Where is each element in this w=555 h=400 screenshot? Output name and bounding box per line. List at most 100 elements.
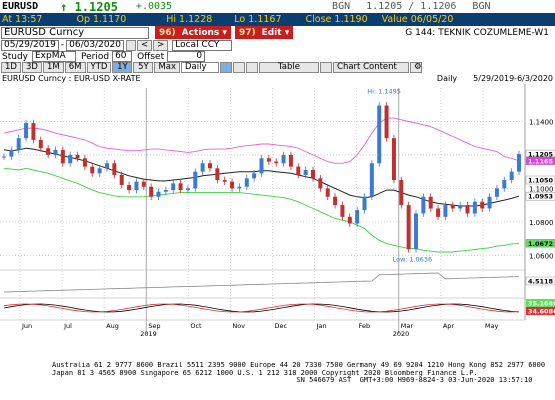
candle-body (259, 158, 264, 174)
osc-tag-label: 35.1646 (528, 300, 555, 308)
candle-body (480, 201, 485, 209)
study-select[interactable]: ExpMA (32, 51, 76, 62)
layout-icon[interactable] (220, 62, 233, 73)
candle-body (24, 123, 29, 139)
candle-body (16, 138, 21, 150)
candle-body (494, 188, 499, 197)
period-button-ytd[interactable]: YTD (86, 62, 112, 73)
candle-body (347, 216, 352, 224)
function-title: G 144: TEKNIK COZUMLEME-W1 (405, 27, 549, 38)
period-button-3d[interactable]: 3D (22, 62, 42, 73)
chart-content-icon[interactable] (320, 62, 333, 73)
candle-body (362, 196, 367, 211)
period-buttons: 1D 3D 1M 6M YTD 1Y 5Y Max (1, 62, 181, 73)
end-date-input[interactable]: 06/03/2020 (66, 39, 124, 51)
chart-content-button[interactable]: Chart Content (333, 62, 410, 73)
edit-label: Edit ▾ (261, 27, 290, 38)
table-button[interactable]: Table (259, 62, 320, 73)
footer-line-2: Japan 81 3 4565 8900 Singapore 65 6212 1… (52, 369, 478, 377)
chart-header-freq: Daily (436, 73, 458, 83)
candle-body (9, 149, 14, 157)
footer-line-1: Australia 61 2 9777 8600 Brazil 5511 239… (52, 362, 546, 369)
candle-body (53, 149, 58, 155)
security-field[interactable]: EURUSD Curncy (1, 26, 149, 39)
y-tick-label: 1.1400 (529, 118, 554, 126)
candle-body (156, 191, 161, 197)
candle-body (355, 210, 360, 224)
candle-body (296, 166, 301, 175)
y-tick-label: 1.0600 (529, 252, 554, 260)
candle-body (38, 139, 43, 149)
period-button-6m[interactable]: 6M (64, 62, 86, 73)
candle-body (134, 181, 139, 191)
candle-body (46, 148, 51, 155)
candle-body (428, 196, 433, 209)
actions-label: Actions ▾ (181, 27, 227, 38)
line-icon[interactable] (233, 62, 246, 73)
study-label: Study (2, 51, 28, 62)
candle-body (200, 163, 205, 172)
price-tag-label: 1.0672 (528, 240, 553, 248)
quote-at: At 13:57 (2, 14, 43, 25)
settings-icon[interactable]: ⚙ (410, 62, 423, 73)
draw-icon[interactable] (246, 62, 259, 73)
period-bar: 1D 3D 1M 6M YTD 1Y 5Y Max Daily Table Chart Con… (0, 62, 555, 73)
currency-select[interactable]: Local CCY (172, 39, 233, 51)
date-range-bar: 05/29/2019 - 06/03/2020 < > Local CCY (0, 39, 555, 51)
offset-label: Offset (137, 51, 165, 62)
x-tick-label: Jun (21, 322, 32, 330)
candle-body (68, 154, 73, 164)
candle-body (399, 180, 404, 206)
candle-body (141, 181, 146, 187)
price-tag-label: 1.1165 (528, 157, 554, 165)
actions-num: 96) (159, 27, 176, 38)
candle-body (237, 186, 242, 189)
chart-header: EURUSD Curncy : EUR-USD X-RATE Daily 5/2… (0, 73, 555, 83)
bgn-label-2: BGN (472, 1, 491, 12)
candle-body (60, 149, 65, 164)
sub-panel-tag-label: 4.5118 (528, 278, 554, 286)
candle-body (149, 186, 154, 197)
ticker[interactable]: EURUSD (2, 1, 38, 12)
candle-body (311, 169, 315, 179)
candle-body (369, 163, 374, 197)
edit-num: 97) (238, 27, 256, 38)
candle-body (163, 190, 168, 192)
candle-body (384, 105, 389, 139)
candle-body (450, 205, 455, 209)
candle-body (75, 154, 80, 159)
offset-input[interactable]: 0 (167, 51, 206, 62)
quote-open: Op 1.1170 (76, 14, 127, 25)
candle-body (112, 163, 117, 175)
next-icon[interactable]: > (153, 39, 169, 51)
period-button-max[interactable]: Max (154, 62, 181, 73)
price-chart[interactable]: 1.14001.12001.10001.08001.0600JunJulAugS… (0, 84, 555, 340)
period-input[interactable]: 60 (112, 51, 133, 62)
quote-close: Close 1.1190 (305, 14, 368, 25)
prev-icon[interactable]: < (137, 39, 153, 51)
candle-body (266, 158, 271, 162)
candle-body (2, 156, 6, 158)
quote-bar: At 13:57 Op 1.1170 Hi 1.1228 Lo 1.1167 C… (0, 13, 555, 26)
candle-body (414, 213, 418, 250)
price-tag-label: 1.0953 (528, 193, 553, 201)
candle-body (215, 168, 220, 181)
low-annotation: Low: 1.0636 (393, 255, 432, 263)
frequency-select[interactable]: Daily (181, 62, 220, 73)
start-date-input[interactable]: 05/29/2019 (1, 39, 59, 51)
candle-body (274, 161, 279, 164)
actions-menu[interactable]: 96) Actions ▾ (155, 26, 231, 39)
candle-body (303, 169, 308, 175)
calendar-icon[interactable] (126, 39, 136, 51)
period-button-1y[interactable]: 1Y (112, 62, 133, 73)
y-tick-label: 1.0800 (529, 219, 554, 227)
footer: Australia 61 2 9777 8600 Brazil 5511 239… (0, 362, 555, 400)
period-button-1m[interactable]: 1M (43, 62, 64, 73)
edit-menu[interactable]: 97) Edit ▾ (234, 26, 294, 39)
bgn-label-1: BGN (332, 1, 351, 12)
period-button-1d[interactable]: 1D (1, 62, 21, 73)
x-tick-label: May (485, 322, 499, 330)
candle-body (244, 178, 249, 187)
candle-body (171, 183, 176, 191)
period-button-5y[interactable]: 5Y (133, 62, 154, 73)
